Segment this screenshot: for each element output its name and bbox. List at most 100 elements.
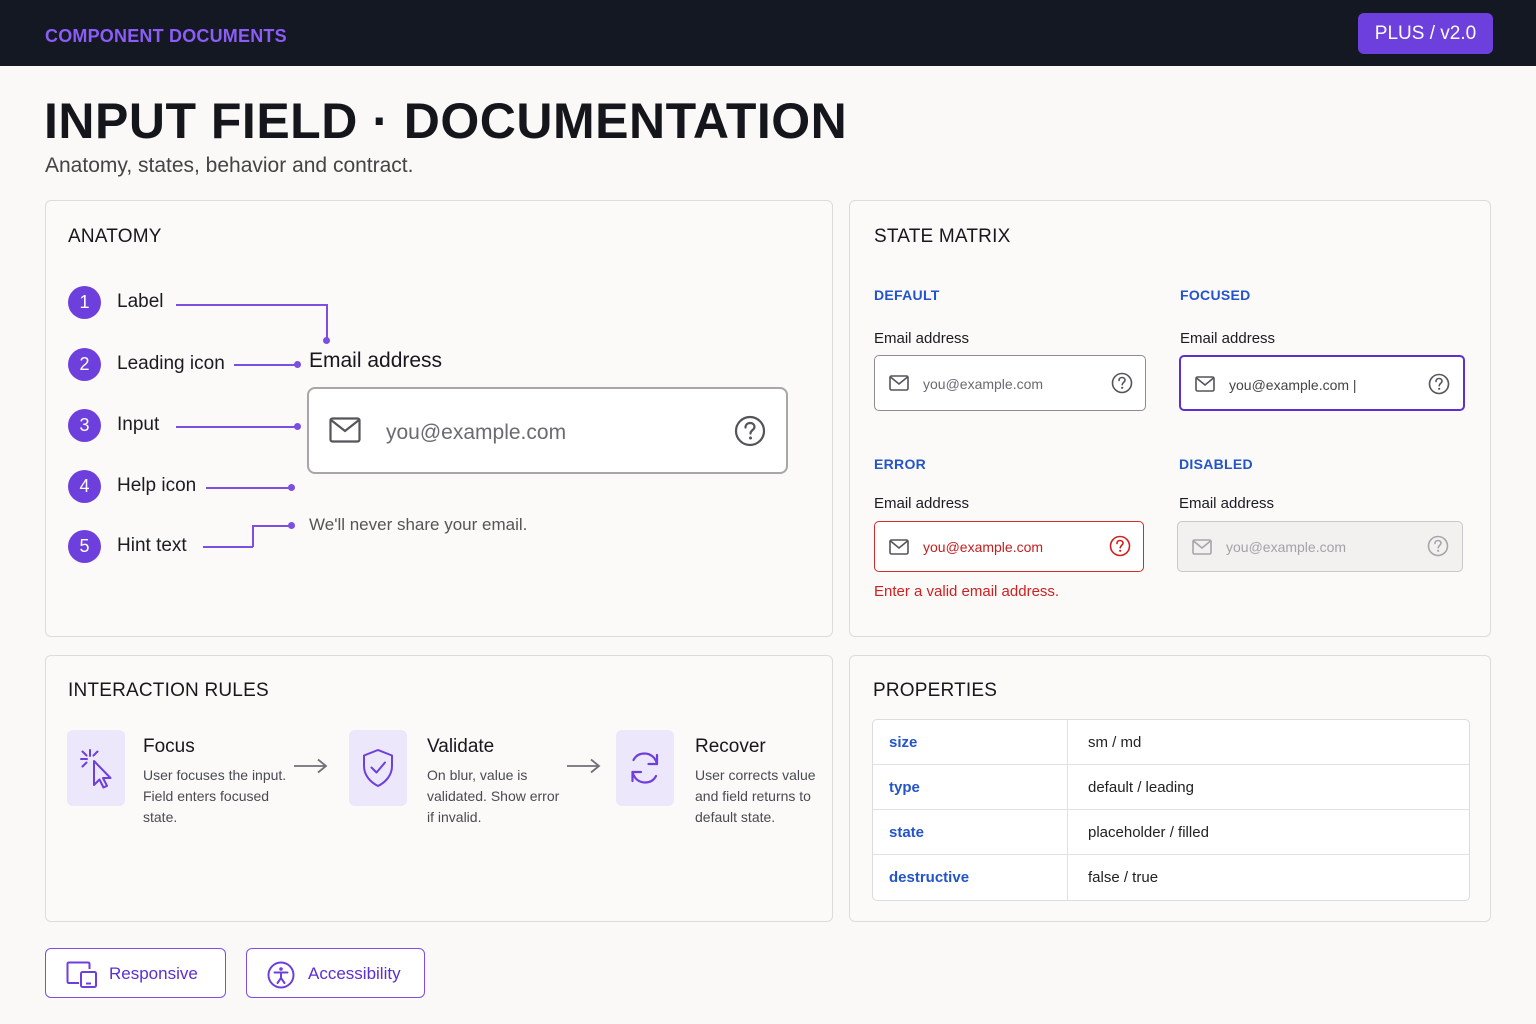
connector-line — [252, 526, 254, 547]
anatomy-number-badge: 1 — [68, 285, 101, 319]
accessibility-button[interactable]: Accessibility — [246, 948, 425, 998]
state-placeholder: you@example.com — [923, 376, 1044, 392]
brand-title[interactable]: COMPONENT DOCUMENTS — [45, 26, 287, 47]
anatomy-item-text: Input — [117, 414, 160, 435]
accessibility-label: Accessibility — [308, 964, 401, 983]
mail-icon — [889, 375, 909, 396]
responsive-label: Responsive — [109, 964, 198, 983]
interaction-rules-card: INTERACTION RULES Focus User focuses the… — [45, 655, 833, 922]
anatomy-card: ANATOMY 1 Label 2 Leading icon 3 Input 4… — [45, 200, 833, 637]
properties-table: size sm / md type default / leading stat… — [872, 719, 1470, 901]
state-field-label: Email address — [874, 495, 970, 512]
anatomy-item-text: Leading icon — [117, 353, 225, 374]
responsive-button[interactable]: Responsive — [45, 948, 226, 998]
help-icon[interactable] — [1111, 372, 1133, 399]
table-row: type default / leading — [873, 765, 1469, 810]
version-badge[interactable]: PLUS / v2.0 — [1358, 13, 1493, 54]
anatomy-item-text: Hint text — [117, 535, 187, 556]
accessibility-icon — [267, 961, 295, 989]
interaction-rules-title: INTERACTION RULES — [68, 680, 269, 701]
anatomy-number-badge: 3 — [68, 408, 101, 442]
anatomy-number-badge: 2 — [68, 347, 101, 381]
shield-check-icon — [363, 749, 393, 787]
connector-line — [176, 304, 327, 306]
recover-step-description: User corrects value and field returns to… — [695, 767, 816, 825]
property-key: state — [889, 824, 925, 841]
demo-email-input[interactable]: you@example.com — [307, 387, 788, 474]
page-title: INPUT FIELD · DOCUMENTATION — [44, 93, 848, 149]
arrow-right-icon — [567, 758, 601, 774]
property-value: sm / md — [1088, 734, 1142, 751]
state-value-with-caret: you@example.com | — [1229, 377, 1357, 393]
anatomy-item-hint-text: 5 Hint text — [68, 529, 187, 563]
anatomy-item-leading-icon: 2 Leading icon — [68, 347, 225, 381]
default-email-input[interactable]: you@example.com — [874, 355, 1146, 411]
connector-line — [252, 525, 289, 527]
error-message: Enter a valid email address. — [874, 583, 1060, 600]
disabled-email-input: you@example.com — [1177, 521, 1463, 572]
top-bar: COMPONENT DOCUMENTS PLUS / v2.0 — [0, 0, 1536, 66]
connector-dot — [323, 337, 330, 344]
anatomy-number-badge: 5 — [68, 529, 101, 563]
state-matrix-card: STATE MATRIX DEFAULT Email address you@e… — [849, 200, 1491, 637]
properties-card: PROPERTIES size sm / md type default / l… — [849, 655, 1491, 922]
demo-placeholder: you@example.com — [386, 421, 567, 444]
validate-step-title: Validate — [427, 736, 495, 757]
state-field-label: Email address — [1179, 495, 1275, 512]
connector-line — [203, 546, 253, 548]
connector-dot — [294, 423, 301, 430]
help-icon[interactable] — [734, 415, 766, 452]
demo-hint-text: We'll never share your email. — [309, 515, 528, 534]
state-heading-focused: FOCUSED — [1180, 287, 1251, 303]
connector-line — [326, 304, 328, 340]
connector-line — [234, 364, 298, 366]
state-field-label: Email address — [874, 330, 970, 347]
mail-icon — [889, 539, 909, 560]
anatomy-number-badge: 4 — [68, 469, 101, 503]
state-heading-error: ERROR — [874, 456, 927, 472]
devices-icon — [66, 961, 97, 988]
mail-icon — [1195, 376, 1215, 397]
focus-step-description: User focuses the input. Field enters foc… — [143, 767, 287, 825]
connector-dot — [294, 361, 301, 368]
anatomy-item-text: Help icon — [117, 475, 197, 496]
property-key: size — [889, 734, 918, 751]
connector-line — [176, 426, 298, 428]
table-row: destructive false / true — [873, 855, 1469, 900]
error-email-input[interactable]: you@example.com — [874, 521, 1144, 572]
connector-dot — [288, 484, 295, 491]
mail-icon — [1192, 539, 1212, 560]
table-row: size sm / md — [873, 720, 1469, 765]
focus-step-icon-tile — [67, 730, 125, 806]
help-icon[interactable] — [1109, 535, 1131, 562]
cursor-click-icon — [80, 749, 112, 789]
connector-dot — [288, 522, 295, 529]
recover-step-icon-tile — [616, 730, 674, 806]
state-matrix-title: STATE MATRIX — [874, 226, 1011, 247]
state-value: you@example.com — [923, 539, 1044, 555]
property-value: default / leading — [1088, 779, 1194, 796]
state-heading-disabled: DISABLED — [1179, 456, 1253, 472]
help-icon[interactable] — [1428, 373, 1450, 400]
state-heading-default: DEFAULT — [874, 287, 940, 303]
arrow-right-icon — [294, 758, 328, 774]
table-row: state placeholder / filled — [873, 810, 1469, 855]
anatomy-item-help-icon: 4 Help icon — [68, 469, 196, 503]
validate-step-description: On blur, value is validated. Show error … — [427, 767, 560, 825]
mail-icon — [329, 417, 361, 448]
property-value: placeholder / filled — [1088, 824, 1209, 841]
help-icon — [1427, 535, 1449, 562]
page-subtitle: Anatomy, states, behavior and contract. — [45, 154, 414, 177]
connector-line — [206, 487, 291, 489]
anatomy-item-label: 1 Label — [68, 285, 164, 319]
focused-email-input[interactable]: you@example.com | — [1179, 355, 1465, 411]
properties-title: PROPERTIES — [873, 680, 998, 701]
focus-step-title: Focus — [143, 736, 195, 757]
state-field-label: Email address — [1180, 330, 1276, 347]
anatomy-item-text: Label — [117, 291, 164, 312]
refresh-icon — [631, 752, 659, 784]
property-key: type — [889, 779, 920, 796]
recover-step-title: Recover — [695, 736, 766, 757]
property-key: destructive — [889, 869, 970, 886]
property-value: false / true — [1088, 869, 1159, 886]
